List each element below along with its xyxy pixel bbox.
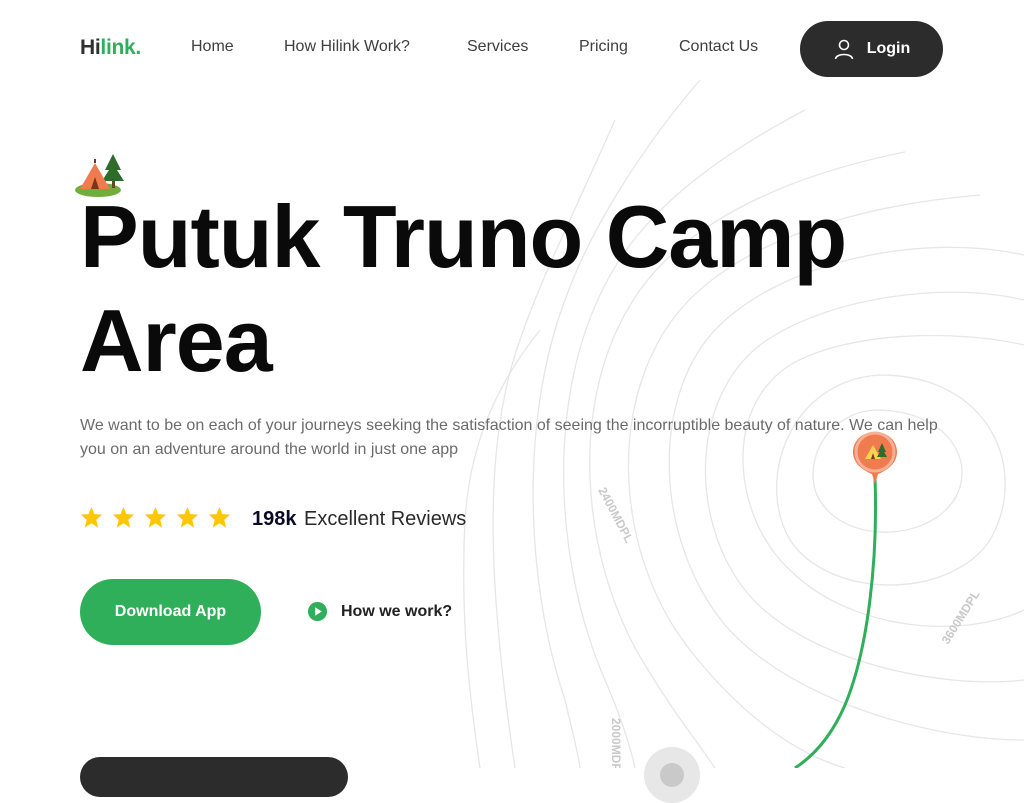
- nav-contact[interactable]: Contact Us: [679, 38, 758, 56]
- map-marker-start: [644, 747, 700, 803]
- brand-logo-part2: link.: [100, 36, 141, 59]
- map-pin-icon: [853, 431, 897, 484]
- brand-logo-part1: Hi: [80, 36, 101, 59]
- star-icon: [208, 506, 231, 528]
- altitude-label-3600: 3600MDPL: [939, 588, 983, 647]
- star-icon: [112, 506, 135, 528]
- how-we-work-label: How we work?: [341, 602, 453, 620]
- bottom-card: [80, 757, 348, 797]
- hero-title-line1: Putuk Truno Camp: [80, 187, 847, 286]
- hero-title-line2: Area: [80, 291, 273, 390]
- hero-title: Putuk Truno Camp Area: [80, 185, 847, 393]
- review-count: 198k: [252, 508, 297, 530]
- altitude-label-2000: 2000MDPL: [609, 718, 623, 768]
- hero-description: We want to be on each of your journeys s…: [80, 417, 938, 458]
- login-button[interactable]: Login: [800, 21, 943, 77]
- nav-pricing[interactable]: Pricing: [579, 38, 628, 56]
- brand-logo[interactable]: Hilink.: [80, 36, 141, 60]
- nav-how-it-works[interactable]: How Hilink Work?: [284, 38, 410, 56]
- star-icon: [80, 506, 103, 528]
- nav-home[interactable]: Home: [191, 38, 234, 56]
- download-app-label: Download App: [114, 603, 227, 620]
- nav-services[interactable]: Services: [467, 38, 528, 56]
- star-icon: [144, 506, 167, 528]
- login-label: Login: [866, 40, 911, 57]
- review-label: Excellent Reviews: [304, 508, 467, 530]
- star-icon: [176, 506, 199, 528]
- user-icon: [834, 39, 854, 60]
- play-icon: [307, 601, 328, 622]
- rating-stars: [80, 506, 231, 529]
- how-we-work-link[interactable]: How we work?: [307, 601, 452, 622]
- download-app-button[interactable]: Download App: [80, 579, 261, 645]
